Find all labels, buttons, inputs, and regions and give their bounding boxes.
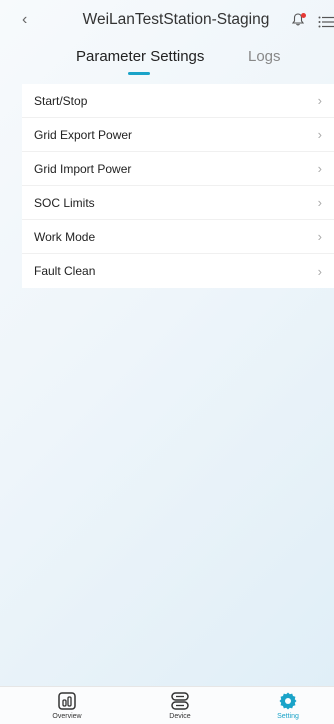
notification-bell-icon[interactable] [291,13,306,27]
settings-list: Start/Stop › Grid Export Power › Grid Im… [22,84,334,288]
notification-dot [301,13,306,18]
list-item-fault-clean[interactable]: Fault Clean › [22,254,334,288]
nav-device-label: Device [169,713,191,720]
chevron-right-icon: › [317,229,322,244]
list-item-start-stop[interactable]: Start/Stop › [22,84,334,118]
list-item-grid-export-power[interactable]: Grid Export Power › [22,118,334,152]
list-item-label: Start/Stop [34,93,88,108]
chevron-right-icon: › [317,93,322,108]
overview-icon [58,692,76,710]
list-item-label: Grid Import Power [34,161,132,176]
active-tab-indicator [128,72,150,75]
gear-icon [279,692,297,710]
chevron-right-icon: › [317,195,322,210]
list-item-label: Grid Export Power [34,127,133,142]
list-item-grid-import-power[interactable]: Grid Import Power › [22,152,334,186]
list-menu-icon[interactable] [318,15,334,28]
list-item-label: Work Mode [34,229,96,244]
list-item-label: Fault Clean [34,264,96,278]
device-icon [171,692,189,710]
page-title: WeiLanTestStation-Staging [82,11,270,28]
chevron-right-icon: › [317,161,322,176]
nav-device[interactable]: Device [150,691,210,720]
list-item-soc-limits[interactable]: SOC Limits › [22,186,334,220]
nav-overview-label: Overview [52,713,82,720]
top-bar: ‹ WeiLanTestStation-Staging [0,0,334,40]
tab-bar: Parameter Settings Logs [0,44,334,80]
nav-setting[interactable]: Setting [258,691,318,720]
nav-overview[interactable]: Overview [37,691,97,720]
list-item-work-mode[interactable]: Work Mode › [22,220,334,254]
tab-logs[interactable]: Logs [248,48,281,65]
bottom-navigation: Overview Device Setting [0,686,334,724]
chevron-right-icon: › [317,127,322,142]
chevron-right-icon: › [317,263,322,279]
nav-setting-label: Setting [277,713,299,720]
tab-parameter-settings[interactable]: Parameter Settings [76,48,204,65]
list-item-label: SOC Limits [34,195,95,210]
